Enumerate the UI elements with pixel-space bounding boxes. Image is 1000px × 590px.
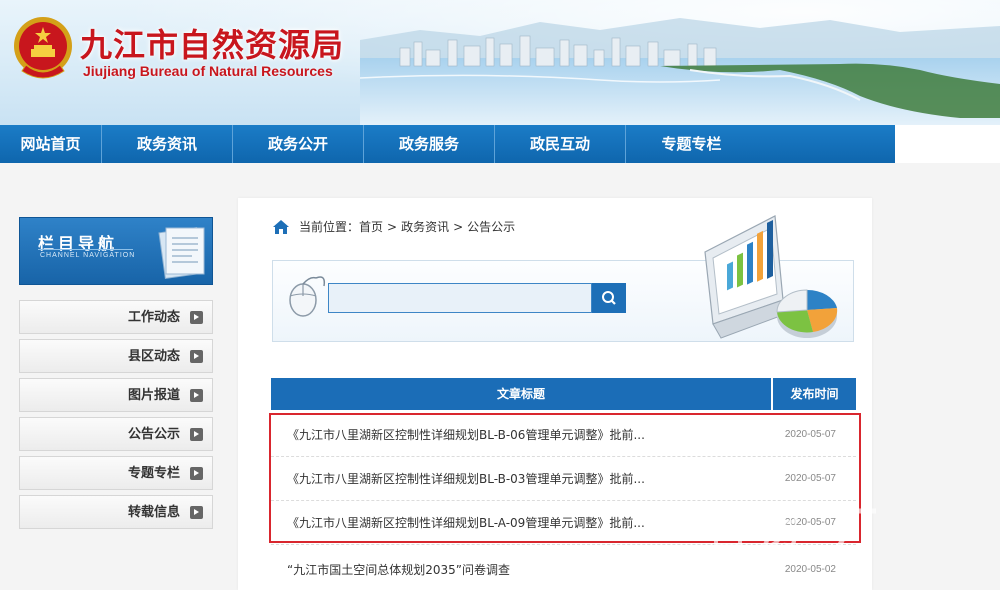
table-row[interactable]: 《九江市八里湖新区控制性详细规划BL-B-06管理单元调整》批前... 2020… [271,413,856,457]
home-icon [273,219,289,234]
breadcrumb-news[interactable]: 政务资讯 [401,218,449,235]
channel-subtitle: CHANNEL NAVIGATION [40,252,136,259]
nav-item-services[interactable]: 政务服务 [364,125,495,163]
arrow-right-icon [190,311,203,324]
arrow-right-icon [190,428,203,441]
table-row[interactable]: “九江市国土空间总体规划2035”问卷调查 2020-05-02 [271,548,856,590]
sidebar-item-county-news[interactable]: 县区动态 [19,339,213,373]
channel-navigation-header: 栏目导航 CHANNEL NAVIGATION [19,217,213,285]
breadcrumb-separator: > [453,219,464,234]
site-title: 九江市自然资源局 [80,26,345,64]
nav-item-topics[interactable]: 专题专栏 [626,125,757,163]
arrow-right-icon [190,467,203,480]
article-date: 2020-05-07 [784,473,836,484]
city-skyline-image [360,18,1000,125]
channel-divider [38,249,133,250]
search-icon [602,291,616,305]
sidebar-item-reposted-info[interactable]: 转载信息 [19,495,213,529]
article-title-link[interactable]: “九江市国土空间总体规划2035”问卷调查 [287,548,510,590]
nav-item-news[interactable]: 政务资讯 [102,125,233,163]
article-date: 2020-05-07 [784,517,836,528]
breadcrumb: 当前位置： 首页 > 政务资讯 > 公告公示 [272,218,515,235]
sidebar-item-photo-reports[interactable]: 图片报道 [19,378,213,412]
table-row[interactable]: 《九江市八里湖新区控制性详细规划BL-A-09管理单元调整》批前... 2020… [271,501,856,545]
sidebar-item-work-news[interactable]: 工作动态 [19,300,213,334]
search-button[interactable] [592,283,626,313]
main-nav: 网站首页 政务资讯 政务公开 政务服务 政民互动 专题专栏 [0,125,895,163]
sidebar-item-special-topics[interactable]: 专题专栏 [19,456,213,490]
sidebar-item-label: 县区动态 [127,349,180,364]
sidebar-item-announcements[interactable]: 公告公示 [19,417,213,451]
header-banner: 九江市自然资源局 Jiujiang Bureau of Natural Reso… [0,0,1000,125]
article-date: 2020-05-02 [784,564,836,575]
site-subtitle: Jiujiang Bureau of Natural Resources [83,63,333,79]
column-header-date: 发布时间 [773,378,856,410]
computer-mouse-icon [289,276,326,317]
arrow-right-icon [190,350,203,363]
sidebar-item-label: 工作动态 [127,310,180,325]
arrow-right-icon [190,389,203,402]
national-emblem-icon [14,17,72,79]
nav-item-disclosure[interactable]: 政务公开 [233,125,364,163]
nav-item-interaction[interactable]: 政民互动 [495,125,626,163]
sidebar-item-label: 专题专栏 [127,466,180,481]
article-title-link[interactable]: 《九江市八里湖新区控制性详细规划BL-A-09管理单元调整》批前... [287,501,645,545]
computer-chart-illustration [704,215,838,339]
documents-icon [158,227,205,279]
breadcrumb-prefix: 当前位置： [299,220,360,234]
sidebar-item-label: 图片报道 [127,388,180,403]
nav-item-home[interactable]: 网站首页 [0,125,102,163]
breadcrumb-home[interactable]: 首页 [359,218,383,235]
article-title-link[interactable]: 《九江市八里湖新区控制性详细规划BL-B-06管理单元调整》批前... [287,413,645,457]
channel-title: 栏目导航 [38,234,119,253]
article-date: 2020-05-07 [784,429,836,440]
arrow-right-icon [190,506,203,519]
article-title-link[interactable]: 《九江市八里湖新区控制性详细规划BL-B-03管理单元调整》批前... [287,457,645,501]
sidebar-item-label: 转载信息 [127,505,180,520]
search-input[interactable] [328,283,592,313]
breadcrumb-separator: > [387,219,398,234]
sidebar-item-label: 公告公示 [127,427,180,442]
breadcrumb-announcements[interactable]: 公告公示 [467,218,515,235]
table-row[interactable]: 《九江市八里湖新区控制性详细规划BL-B-03管理单元调整》批前... 2020… [271,457,856,501]
column-header-title: 文章标题 [271,378,771,410]
